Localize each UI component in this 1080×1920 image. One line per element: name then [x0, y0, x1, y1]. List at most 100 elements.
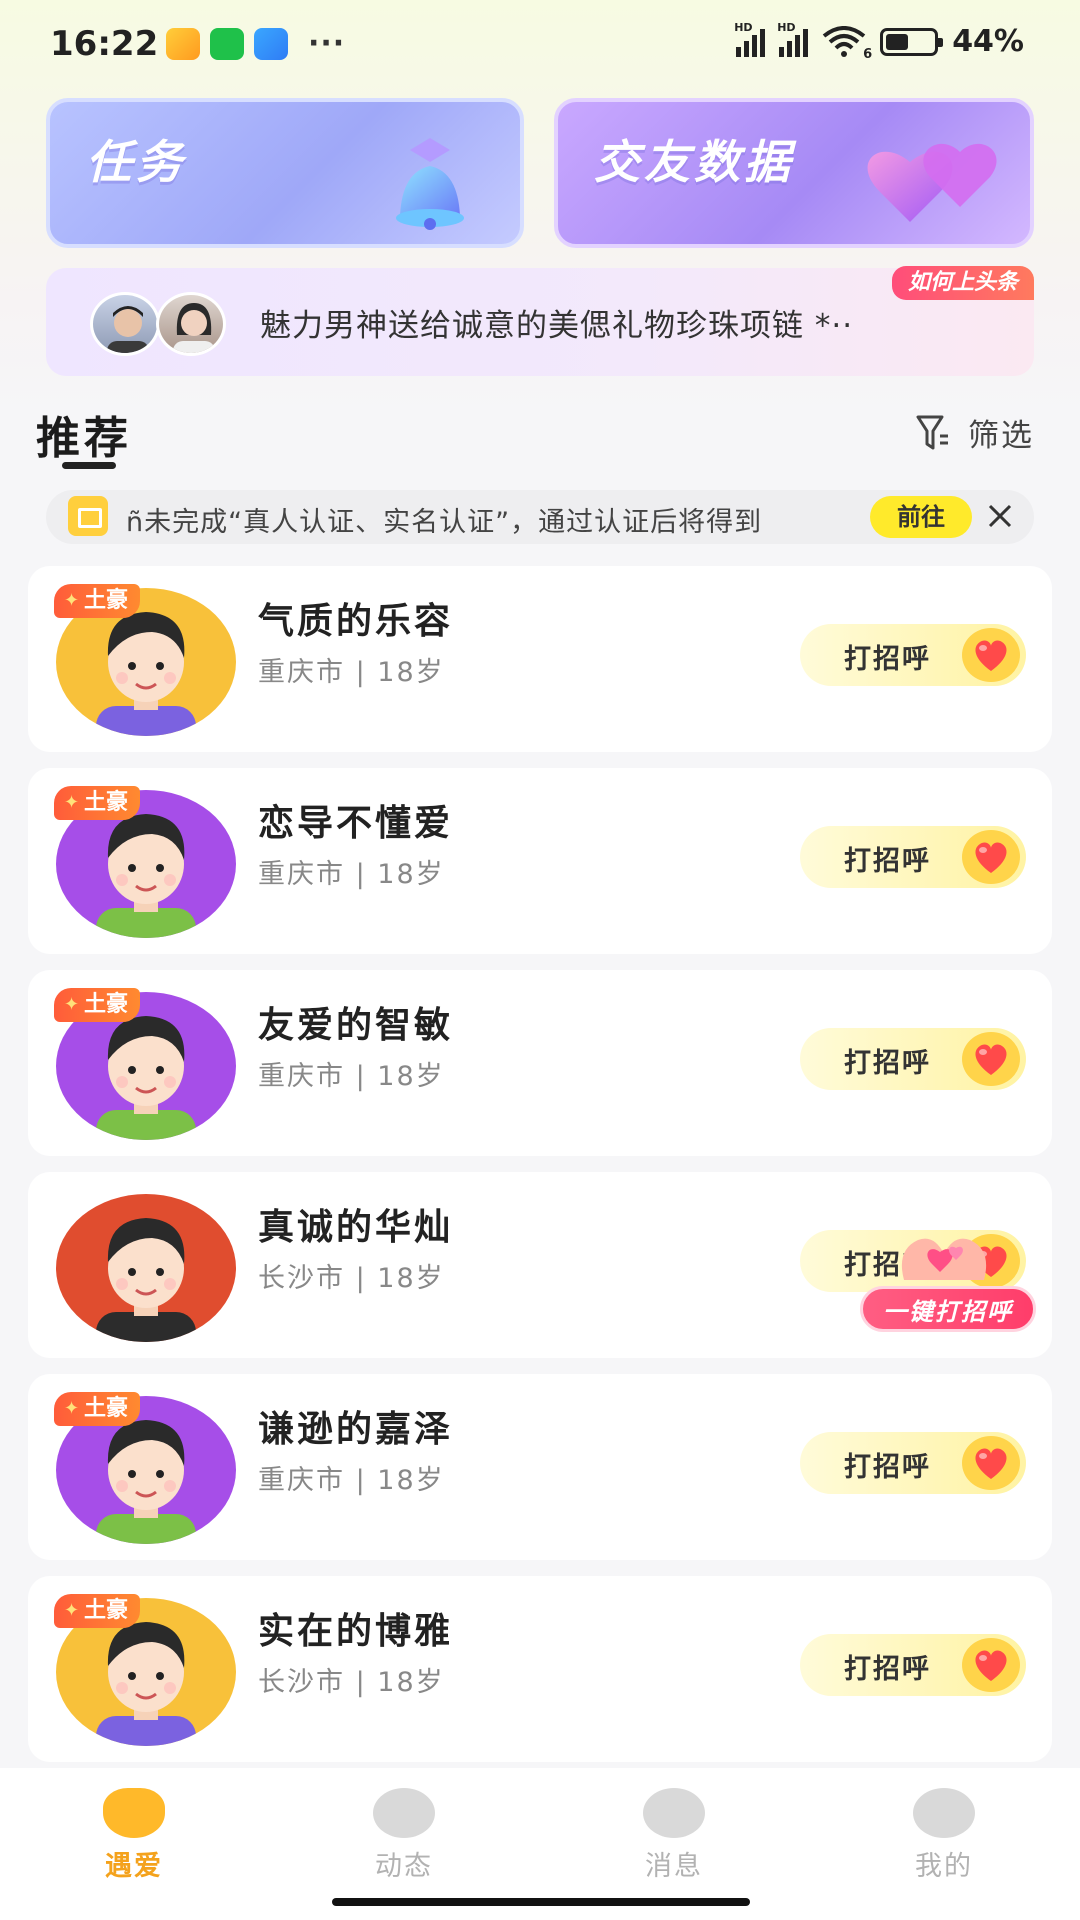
notice-text: ñ未完成“真人认证、实名认证”，通过认证后将得到: [126, 507, 763, 538]
user-card[interactable]: 土豪 谦逊的嘉泽 重庆市 | 18岁 打招呼: [28, 1374, 1052, 1560]
greet-button[interactable]: 打招呼: [800, 1634, 1026, 1696]
heart-icon: [962, 628, 1020, 682]
user-name: 真诚的华灿: [258, 1207, 454, 1248]
heart-icon: [962, 830, 1020, 884]
bell-icon: [396, 138, 464, 230]
heart-icon: [962, 1638, 1020, 1692]
user-city: 长沙市: [258, 1667, 345, 1698]
wifi-sub-label: 6: [863, 46, 873, 62]
user-age: 18岁: [377, 1667, 445, 1698]
app-screen: 16:22 ··· HD HD 6 44% 任务 交友数据 如何上头条 魅力男神…: [0, 0, 1080, 1920]
user-city: 长沙市: [258, 1263, 345, 1294]
greet-button[interactable]: 打招呼: [800, 826, 1026, 888]
tab-moments[interactable]: 动态: [334, 1788, 474, 1888]
user-city: 重庆市: [258, 859, 345, 890]
status-right: HD HD 6 44%: [734, 21, 1024, 62]
greet-button[interactable]: 打招呼: [800, 1432, 1026, 1494]
signal-icon-2: HD: [777, 21, 809, 57]
filter-icon: [916, 415, 948, 449]
section-underline: [62, 462, 116, 469]
filter-label: 筛选: [968, 418, 1034, 454]
heart-icon: [962, 1032, 1020, 1086]
meta-separator: |: [355, 1263, 367, 1294]
user-card[interactable]: 土豪 实在的博雅 长沙市 | 18岁 打招呼: [28, 1576, 1052, 1762]
tab-messages[interactable]: 消息: [604, 1788, 744, 1888]
wifi-icon: 6: [822, 25, 872, 62]
task-card-title: 任务: [86, 135, 186, 189]
status-time: 16:22: [50, 24, 159, 64]
chat-bubble-icon: [643, 1788, 705, 1838]
user-age: 18岁: [377, 859, 445, 890]
friend-data-card-title: 交友数据: [594, 135, 794, 189]
greet-button[interactable]: 打招呼: [800, 624, 1026, 686]
user-meta: 重庆市 | 18岁: [258, 650, 445, 689]
rich-badge: 土豪: [54, 988, 141, 1022]
battery-icon: [880, 27, 944, 56]
greet-label: 打招呼: [844, 846, 931, 877]
heart-icon: [962, 1436, 1020, 1490]
hd-label-1: HD: [734, 20, 753, 34]
avatar: [90, 292, 160, 356]
signal-icon-1: HD: [734, 21, 766, 57]
user-name: 气质的乐容: [258, 601, 454, 642]
notification-icons: ···: [166, 26, 345, 61]
user-meta: 长沙市 | 18岁: [258, 1256, 445, 1295]
user-meta: 重庆市 | 18岁: [258, 1054, 445, 1093]
user-card[interactable]: 土豪 友爱的智敏 重庆市 | 18岁 打招呼: [28, 970, 1052, 1156]
greet-label: 打招呼: [844, 1048, 931, 1079]
greet-button[interactable]: 打招呼: [800, 1028, 1026, 1090]
tab-mine[interactable]: 我的: [874, 1788, 1014, 1888]
status-bar: 16:22 ··· HD HD 6 44%: [0, 0, 1080, 90]
hd-label-2: HD: [777, 20, 796, 34]
user-age: 18岁: [377, 1465, 445, 1496]
more-notifications-icon: ···: [308, 26, 346, 61]
avatar: [156, 292, 226, 356]
user-name: 友爱的智敏: [258, 1005, 454, 1046]
verification-notice: ñ未完成“真人认证、实名认证”，通过认证后将得到 前往: [46, 490, 1034, 544]
task-card[interactable]: 任务: [46, 98, 524, 248]
notice-go-button[interactable]: 前往: [870, 496, 972, 538]
user-meta: 长沙市 | 18岁: [258, 1660, 445, 1699]
user-meta: 重庆市 | 18岁: [258, 852, 445, 891]
user-name: 恋导不懂爱: [258, 803, 454, 844]
user-card[interactable]: 土豪 恋导不懂爱 重庆市 | 18岁 打招呼: [28, 768, 1052, 954]
notice-icon: [68, 496, 108, 536]
one-key-greet-label: 一键打招呼: [860, 1286, 1036, 1332]
wechat-app-icon: [210, 27, 244, 60]
greet-label: 打招呼: [844, 1452, 931, 1483]
avatar[interactable]: [56, 1194, 236, 1342]
gallery-app-icon: [166, 27, 200, 60]
tab-label: 遇爱: [105, 1851, 163, 1882]
rich-badge: 土豪: [54, 786, 141, 820]
meta-separator: |: [355, 657, 367, 688]
section-title[interactable]: 推荐: [36, 402, 132, 466]
user-name: 实在的博雅: [258, 1611, 454, 1652]
user-age: 18岁: [377, 657, 445, 688]
friend-data-card[interactable]: 交友数据: [554, 98, 1034, 248]
battery-percent: 44%: [952, 24, 1024, 59]
tab-label: 我的: [915, 1851, 973, 1882]
filter-button[interactable]: 筛选: [916, 410, 1034, 455]
user-meta: 重庆市 | 18岁: [258, 1458, 445, 1497]
headline-tag[interactable]: 如何上头条: [891, 266, 1034, 300]
tab-meet-love[interactable]: 遇爱: [64, 1788, 204, 1888]
greet-label: 打招呼: [844, 644, 931, 675]
close-icon[interactable]: [982, 498, 1018, 534]
meta-separator: |: [355, 1667, 367, 1698]
tab-label: 消息: [645, 1851, 703, 1882]
user-card[interactable]: 土豪 气质的乐容 重庆市 | 18岁 打招呼: [28, 566, 1052, 752]
user-city: 重庆市: [258, 1465, 345, 1496]
cloud-app-icon: [254, 27, 288, 60]
headline-banner[interactable]: 如何上头条 魅力男神送给诚意的美偲礼物珍珠项链 *··: [46, 266, 1034, 376]
home-indicator[interactable]: [332, 1898, 750, 1906]
planet-icon: [373, 1788, 435, 1838]
meta-separator: |: [355, 1465, 367, 1496]
user-age: 18岁: [377, 1061, 445, 1092]
rich-badge: 土豪: [54, 584, 141, 618]
user-name: 谦逊的嘉泽: [258, 1409, 454, 1450]
one-key-greet-button[interactable]: 一键打招呼: [860, 1220, 1036, 1336]
heart-face-icon: [103, 1788, 165, 1838]
meta-separator: |: [355, 859, 367, 890]
rich-badge: 土豪: [54, 1392, 141, 1426]
headline-text: 魅力男神送给诚意的美偲礼物珍珠项链 *··: [260, 308, 854, 344]
